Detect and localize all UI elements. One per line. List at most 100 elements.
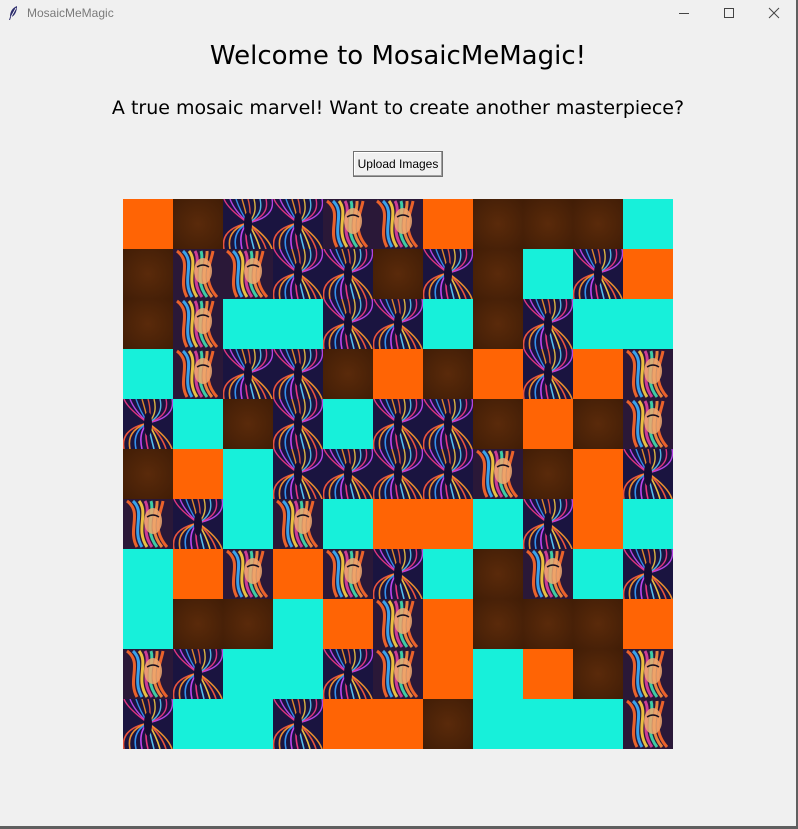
streak-image-tile bbox=[523, 349, 573, 399]
brown-tile-graphic bbox=[473, 599, 523, 649]
orange-tile bbox=[573, 499, 623, 549]
brown-tile bbox=[573, 199, 623, 249]
cyan-tile-graphic bbox=[423, 299, 473, 349]
orange-tile bbox=[323, 599, 373, 649]
cyan-tile-graphic bbox=[123, 549, 173, 599]
brown-tile bbox=[473, 599, 523, 649]
maximize-button[interactable] bbox=[707, 0, 751, 26]
orange-tile bbox=[173, 549, 223, 599]
cyan-tile-graphic bbox=[223, 449, 273, 499]
cyan-tile-graphic bbox=[323, 399, 373, 449]
streak-image-tile bbox=[273, 699, 323, 749]
face-image-tile bbox=[323, 549, 373, 599]
face-image-tile bbox=[123, 649, 173, 699]
brown-tile bbox=[173, 599, 223, 649]
streak-image-tile-graphic bbox=[323, 649, 373, 699]
streak-image-tile-graphic bbox=[523, 349, 573, 399]
face-image-tile-graphic bbox=[623, 699, 673, 749]
brown-tile-graphic bbox=[473, 299, 523, 349]
orange-tile-graphic bbox=[523, 649, 573, 699]
brown-tile bbox=[373, 249, 423, 299]
brown-tile-graphic bbox=[223, 599, 273, 649]
brown-tile-graphic bbox=[523, 449, 573, 499]
brown-tile bbox=[473, 549, 523, 599]
upload-images-button[interactable]: Upload Images bbox=[353, 151, 443, 177]
streak-image-tile-graphic bbox=[273, 249, 323, 299]
orange-tile bbox=[373, 349, 423, 399]
close-button[interactable] bbox=[752, 0, 796, 26]
cyan-tile-graphic bbox=[223, 499, 273, 549]
minimize-button[interactable] bbox=[662, 0, 706, 26]
streak-image-tile bbox=[323, 449, 373, 499]
orange-tile bbox=[123, 199, 173, 249]
streak-image-tile-graphic bbox=[573, 249, 623, 299]
title-bar[interactable]: MosaicMeMagic bbox=[0, 0, 798, 26]
brown-tile-graphic bbox=[173, 599, 223, 649]
cyan-tile bbox=[523, 249, 573, 299]
window-title: MosaicMeMagic bbox=[27, 6, 114, 20]
streak-image-tile-graphic bbox=[223, 349, 273, 399]
orange-tile-graphic bbox=[523, 399, 573, 449]
streak-image-tile bbox=[423, 399, 473, 449]
streak-image-tile-graphic bbox=[323, 249, 373, 299]
orange-tile-graphic bbox=[373, 349, 423, 399]
cyan-tile-graphic bbox=[473, 699, 523, 749]
cyan-tile bbox=[623, 299, 673, 349]
face-image-tile bbox=[523, 549, 573, 599]
orange-tile-graphic bbox=[323, 599, 373, 649]
brown-tile-graphic bbox=[573, 599, 623, 649]
orange-tile bbox=[373, 699, 423, 749]
cyan-tile-graphic bbox=[223, 649, 273, 699]
brown-tile-graphic bbox=[523, 199, 573, 249]
streak-image-tile bbox=[523, 499, 573, 549]
brown-tile-graphic bbox=[423, 699, 473, 749]
streak-image-tile bbox=[623, 449, 673, 499]
cyan-tile-graphic bbox=[273, 599, 323, 649]
brown-tile-graphic bbox=[573, 399, 623, 449]
streak-image-tile-graphic bbox=[423, 399, 473, 449]
brown-tile-graphic bbox=[473, 549, 523, 599]
brown-tile bbox=[473, 399, 523, 449]
streak-image-tile bbox=[423, 449, 473, 499]
streak-image-tile-graphic bbox=[623, 549, 673, 599]
brown-tile-graphic bbox=[323, 349, 373, 399]
streak-image-tile-graphic bbox=[623, 449, 673, 499]
cyan-tile bbox=[123, 349, 173, 399]
streak-image-tile bbox=[623, 549, 673, 599]
welcome-heading: Welcome to MosaicMeMagic! bbox=[209, 41, 587, 71]
streak-image-tile bbox=[123, 399, 173, 449]
streak-image-tile bbox=[373, 549, 423, 599]
orange-tile-graphic bbox=[373, 499, 423, 549]
cyan-tile bbox=[273, 599, 323, 649]
streak-image-tile bbox=[523, 299, 573, 349]
face-image-tile-graphic bbox=[473, 449, 523, 499]
app-window: MosaicMeMagic Welcome to MosaicMeMagic! … bbox=[0, 0, 798, 829]
orange-tile bbox=[273, 549, 323, 599]
brown-tile bbox=[223, 399, 273, 449]
streak-image-tile bbox=[323, 249, 373, 299]
brown-tile bbox=[573, 399, 623, 449]
face-image-tile bbox=[623, 649, 673, 699]
brown-tile bbox=[423, 349, 473, 399]
brown-tile-graphic bbox=[473, 199, 523, 249]
orange-tile bbox=[423, 599, 473, 649]
face-image-tile-graphic bbox=[623, 349, 673, 399]
cyan-tile-graphic bbox=[173, 699, 223, 749]
feather-icon bbox=[7, 5, 19, 21]
cyan-tile bbox=[623, 499, 673, 549]
cyan-tile-graphic bbox=[573, 549, 623, 599]
orange-tile-graphic bbox=[473, 349, 523, 399]
face-image-tile-graphic bbox=[173, 299, 223, 349]
cyan-tile-graphic bbox=[573, 699, 623, 749]
cyan-tile bbox=[473, 649, 523, 699]
orange-tile-graphic bbox=[623, 249, 673, 299]
brown-tile-graphic bbox=[123, 249, 173, 299]
cyan-tile-graphic bbox=[123, 349, 173, 399]
brown-tile bbox=[573, 599, 623, 649]
cyan-tile bbox=[223, 299, 273, 349]
orange-tile-graphic bbox=[623, 599, 673, 649]
face-image-tile bbox=[123, 499, 173, 549]
orange-tile bbox=[573, 449, 623, 499]
cyan-tile-graphic bbox=[523, 249, 573, 299]
orange-tile bbox=[473, 349, 523, 399]
